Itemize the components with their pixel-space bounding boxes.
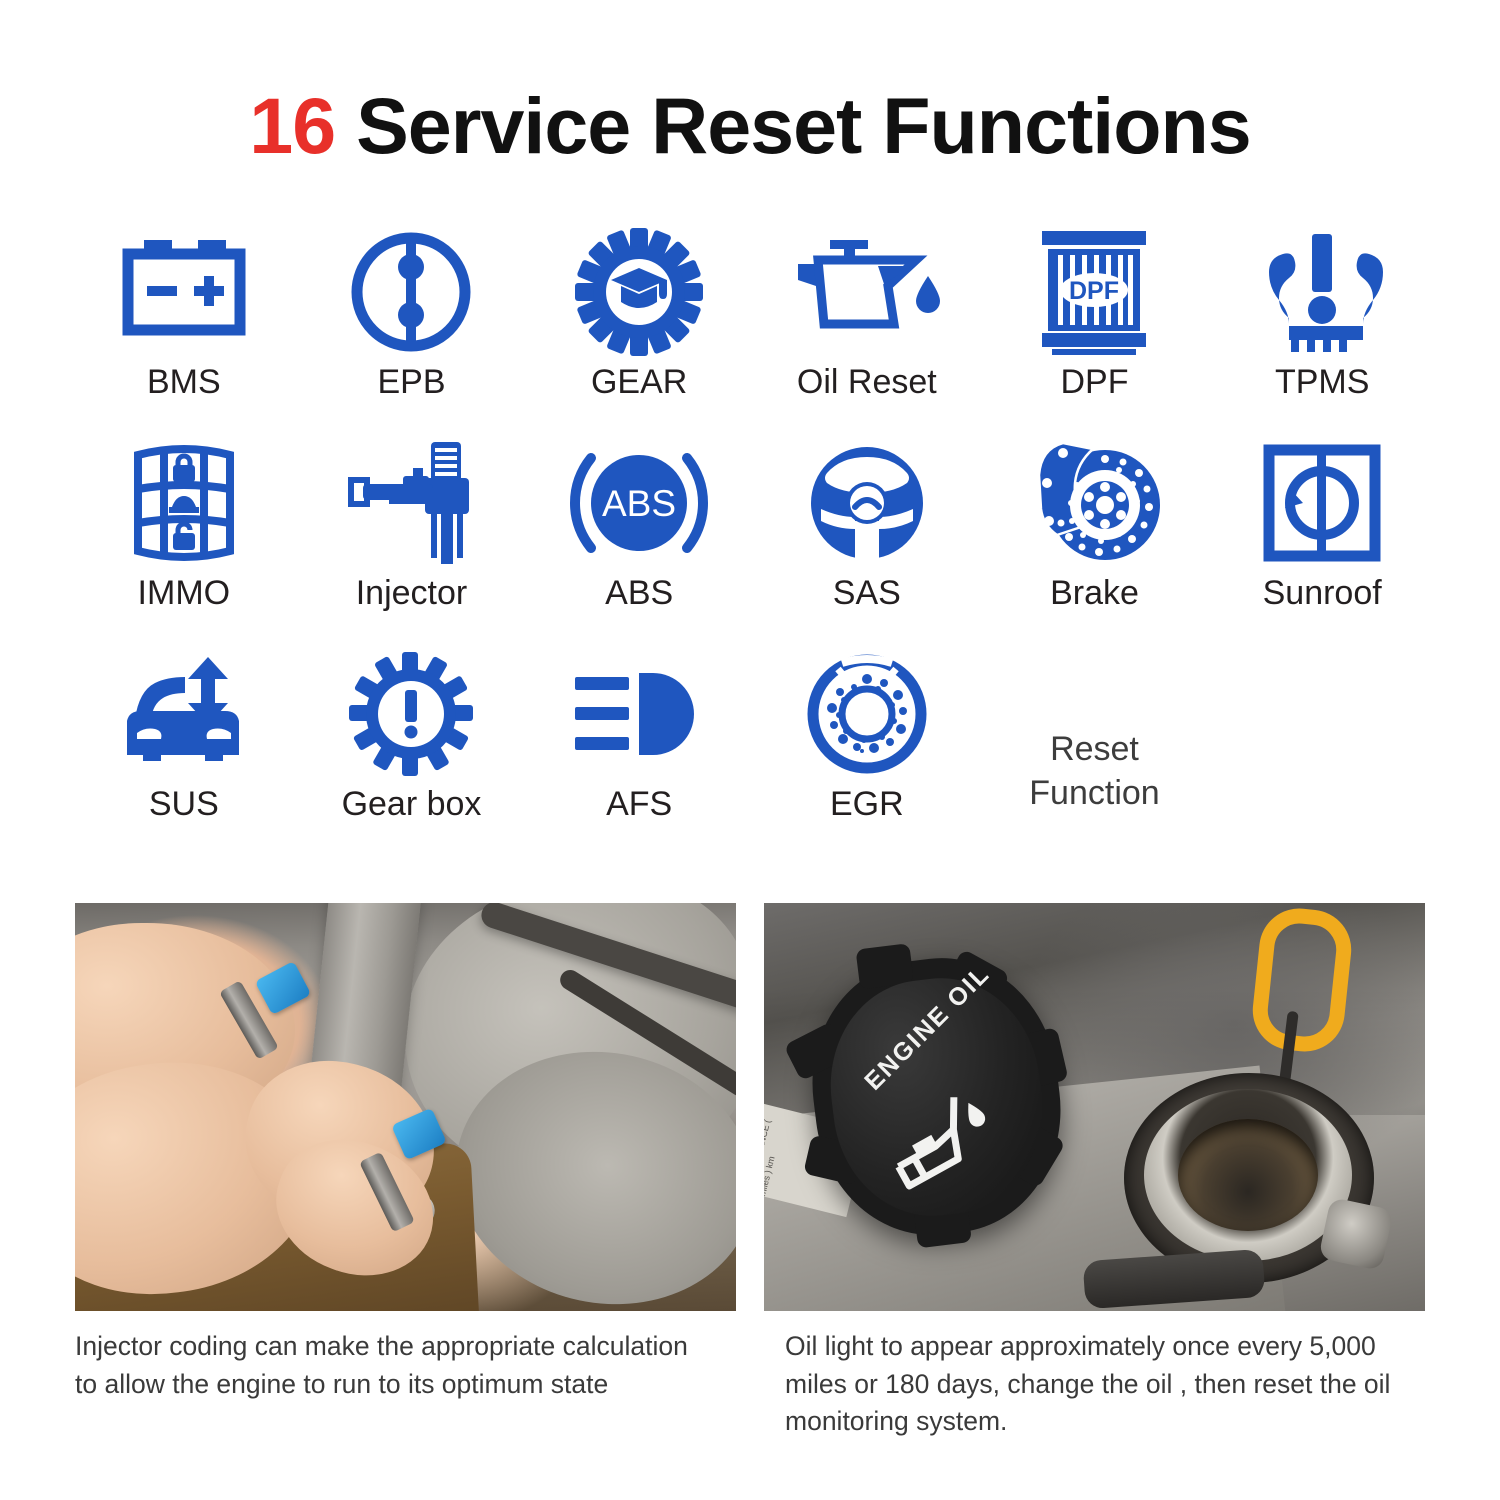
function-label: IMMO <box>137 574 231 612</box>
tire-pressure-warning-icon <box>1261 222 1384 362</box>
function-label: SUS <box>148 785 219 823</box>
diesel-particulate-filter-icon: DPF <box>1038 222 1150 362</box>
function-item-afs[interactable]: AFS <box>525 644 753 855</box>
function-label: EPB <box>377 363 446 401</box>
function-item-sus[interactable]: SUS <box>70 644 298 855</box>
oil-can-icon <box>788 222 946 362</box>
function-item-gear[interactable]: GEAR <box>525 222 753 433</box>
function-item-gear-box[interactable]: Gear box <box>298 644 526 855</box>
gear-graduation-cap-icon <box>575 222 704 362</box>
function-label: BMS <box>146 363 221 401</box>
service-function-grid: BMS EPB GEAR Oil Reset DPF DPF TPMS IMMO… <box>70 222 1436 855</box>
function-item-epb[interactable]: EPB <box>298 222 526 433</box>
electronic-parking-brake-icon <box>348 222 474 362</box>
function-label: GEAR <box>590 363 688 401</box>
photo-row: RECOMMENDED PERFORMANCE ( miles ) km ENG… <box>75 903 1425 1311</box>
function-item-egr[interactable]: EGR <box>753 644 981 855</box>
function-label: Gear box <box>341 785 482 823</box>
function-label: DPF <box>1060 363 1129 401</box>
caption-row: Injector coding can make the appropriate… <box>75 1328 1425 1438</box>
caption-injector: Injector coding can make the appropriate… <box>75 1331 688 1399</box>
function-item-abs[interactable]: ABS ABS <box>525 433 753 644</box>
fuel-injector-icon <box>345 433 477 573</box>
engine-oil-cap-photo: RECOMMENDED PERFORMANCE ( miles ) km ENG… <box>764 903 1425 1311</box>
function-label: TPMS <box>1274 363 1370 401</box>
car-suspension-arrow-icon <box>119 644 249 784</box>
dpf-inner-text: DPF <box>1069 277 1119 305</box>
function-item-bms[interactable]: BMS <box>70 222 298 433</box>
reset-function-note: Reset Function <box>981 644 1209 855</box>
injector-installation-photo <box>75 903 736 1311</box>
page-title: 16 Service Reset Functions <box>0 86 1500 165</box>
function-item-sas[interactable]: SAS <box>753 433 981 644</box>
function-item-immo[interactable]: IMMO <box>70 433 298 644</box>
function-item-dpf[interactable]: DPF DPF <box>981 222 1209 433</box>
grid-filler <box>1208 644 1436 855</box>
egr-perforated-disc-icon <box>806 644 928 784</box>
abs-brake-icon: ABS <box>567 433 711 573</box>
function-label: Injector <box>355 574 468 612</box>
function-label: Brake <box>1050 574 1139 612</box>
function-item-tpms[interactable]: TPMS <box>1208 222 1436 433</box>
oil-can-symbol-icon <box>895 1097 986 1190</box>
function-label: Oil Reset <box>796 363 937 401</box>
title-count: 16 <box>249 81 336 170</box>
abs-inner-text: ABS <box>602 483 676 524</box>
headlight-beam-icon <box>575 644 703 784</box>
function-label: ABS <box>605 574 674 612</box>
function-label: EGR <box>829 785 904 823</box>
caption-oil: Oil light to appear approximately once e… <box>785 1331 1391 1437</box>
sunroof-rotate-icon <box>1263 433 1381 573</box>
function-label: AFS <box>606 785 673 823</box>
function-item-oil-reset[interactable]: Oil Reset <box>753 222 981 433</box>
key-fob-lock-icon <box>126 433 242 573</box>
function-label: Sunroof <box>1262 574 1382 612</box>
function-label: SAS <box>832 574 901 612</box>
function-item-brake[interactable]: Brake <box>981 433 1209 644</box>
function-item-injector[interactable]: Injector <box>298 433 526 644</box>
function-item-sunroof[interactable]: Sunroof <box>1208 433 1436 644</box>
brake-disc-caliper-icon <box>1027 433 1161 573</box>
reset-function-text: Reset Function <box>1029 729 1160 812</box>
battery-icon <box>118 222 250 362</box>
steering-wheel-icon <box>807 433 927 573</box>
gear-exclamation-icon <box>349 644 474 784</box>
title-text: Service Reset Functions <box>335 81 1252 170</box>
